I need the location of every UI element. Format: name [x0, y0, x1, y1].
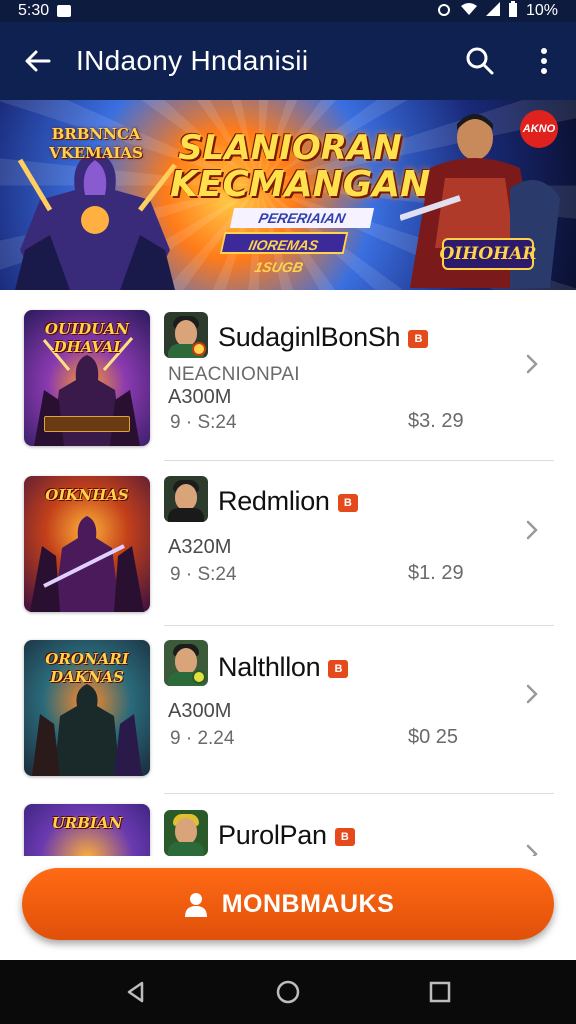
- avatar-face: [175, 320, 197, 346]
- app-rating: 9 · S:24: [170, 412, 237, 433]
- alarm-icon: [436, 2, 452, 21]
- nav-recents-button[interactable]: [420, 972, 460, 1012]
- arrow-left-icon: [25, 50, 51, 72]
- app-rating: 9 · 2.24: [170, 728, 235, 749]
- promo-banner[interactable]: BRBNNCA VKEMAIAS SLANIORAN KECMANGAN PER…: [0, 100, 576, 290]
- list-item[interactable]: ORONARI DAKNAS Nalthllon B A300M 9 · 2.24…: [0, 626, 576, 794]
- chevron-right-icon: [526, 844, 538, 856]
- app-name: Nalthllon B: [218, 652, 349, 683]
- app-thumbnail: URBIAN: [24, 804, 150, 856]
- app-thumbnail: OUIDUAN DHAVAI: [24, 310, 150, 446]
- app-size: A300M: [168, 700, 232, 722]
- app-name-text: PurolPan: [218, 820, 327, 850]
- nav-back-button[interactable]: [116, 972, 156, 1012]
- thumbnail-title: URBIAN: [51, 814, 123, 832]
- app-subtitle: NEACNIONPAI: [168, 364, 300, 385]
- primary-action-label: MONBMAUKS: [221, 889, 395, 918]
- avatar-body: [168, 842, 204, 856]
- avatar-face: [175, 648, 197, 674]
- app-name: Redmlion B: [218, 486, 358, 517]
- chevron-right-icon: [526, 354, 538, 374]
- signal-icon: [485, 1, 500, 21]
- app-price: $3. 29: [408, 410, 464, 432]
- developer-avatar: [164, 810, 208, 856]
- app-tag: B: [328, 659, 349, 678]
- circle-home-icon: [276, 980, 300, 1004]
- app-name: SudaginlBonSh B: [218, 322, 429, 353]
- battery-icon: [508, 0, 518, 22]
- app-list: OUIDUAN DHAVAI SudaginlBonSh B NEACNIONPA…: [0, 290, 576, 856]
- banner-ribbon-bottom: IIOREMAS 1SUGB: [219, 232, 349, 275]
- search-icon: [466, 47, 494, 75]
- app-name-text: Nalthllon: [218, 652, 321, 682]
- search-button[interactable]: [448, 22, 512, 100]
- banner-badge: AKNO: [520, 110, 558, 148]
- developer-avatar: [164, 312, 208, 358]
- app-name-text: SudaginlBonSh: [218, 322, 401, 352]
- app-price: $1. 29: [408, 562, 464, 584]
- list-item[interactable]: URBIAN PurolPan B: [0, 790, 576, 856]
- status-time: 5:30: [18, 2, 50, 19]
- banner-logo-left: BRBNNCA VKEMAIAS: [40, 120, 152, 168]
- chevron-right-icon: [526, 684, 538, 704]
- app-tag: B: [337, 493, 358, 512]
- developer-avatar: [164, 640, 208, 686]
- notification-icon: [57, 5, 72, 17]
- banner-tag-right: OIHOHAR: [440, 238, 537, 270]
- avatar-badge: [192, 670, 206, 684]
- wifi-icon: [460, 2, 478, 21]
- more-vert-icon: [541, 48, 547, 74]
- system-nav-bar: [0, 960, 576, 1024]
- banner-logo-left-line2: VKEMAIAS: [49, 144, 143, 162]
- app-size: A320M: [168, 536, 232, 558]
- app-name: PurolPan B: [218, 820, 355, 851]
- thumbnail-title: ORONARI DAKNAS: [45, 650, 129, 686]
- status-bar: 5:30 10%: [0, 0, 576, 22]
- app-size: A300M: [168, 386, 232, 408]
- primary-action-button[interactable]: MONBMAUKS: [22, 868, 554, 940]
- list-item[interactable]: OUIDUAN DHAVAI SudaginlBonSh B NEACNIONPA…: [0, 290, 576, 461]
- app-bar: INdaony Hndanisii: [0, 22, 576, 100]
- app-thumbnail: ORONARI DAKNAS: [24, 640, 150, 776]
- developer-avatar: [164, 476, 208, 522]
- avatar-body: [168, 508, 204, 522]
- square-recents-icon: [429, 981, 451, 1003]
- page-title: INdaony Hndanisii: [76, 45, 309, 76]
- app-rating: 9 · S:24: [170, 564, 237, 585]
- list-item[interactable]: OIKNHAS Redmlion B A320M 9 · S:24 $1. 29: [0, 460, 576, 626]
- banner-headline-line1: SLANIORAN: [178, 128, 402, 168]
- app-tag: B: [334, 827, 355, 846]
- triangle-back-icon: [127, 981, 144, 1003]
- app-thumbnail: OIKNHAS: [24, 476, 150, 612]
- avatar-face: [175, 484, 197, 510]
- overflow-menu-button[interactable]: [512, 22, 576, 100]
- nav-home-button[interactable]: [268, 972, 308, 1012]
- banner-headline-line2: KECMANGAN: [170, 164, 431, 205]
- back-button[interactable]: [0, 22, 76, 100]
- banner-logo-left-line1: BRBNNCA: [51, 125, 141, 143]
- user-icon: [184, 893, 207, 917]
- chevron-right-icon: [526, 520, 538, 540]
- thumbnail-title: OIKNHAS: [45, 486, 129, 504]
- thumbnail-plate: [44, 416, 130, 432]
- battery-percent: 10%: [525, 2, 558, 19]
- banner-headline: SLANIORAN KECMANGAN: [170, 128, 431, 205]
- banner-ribbon-top: PERERIAIAN: [229, 208, 375, 228]
- app-tag: B: [408, 329, 429, 348]
- avatar-badge: [192, 342, 206, 356]
- app-name-text: Redmlion: [218, 486, 330, 516]
- thumbnail-title: OUIDUAN DHAVAI: [44, 320, 130, 356]
- avatar-face: [175, 818, 197, 844]
- app-price: $0 25: [408, 726, 459, 748]
